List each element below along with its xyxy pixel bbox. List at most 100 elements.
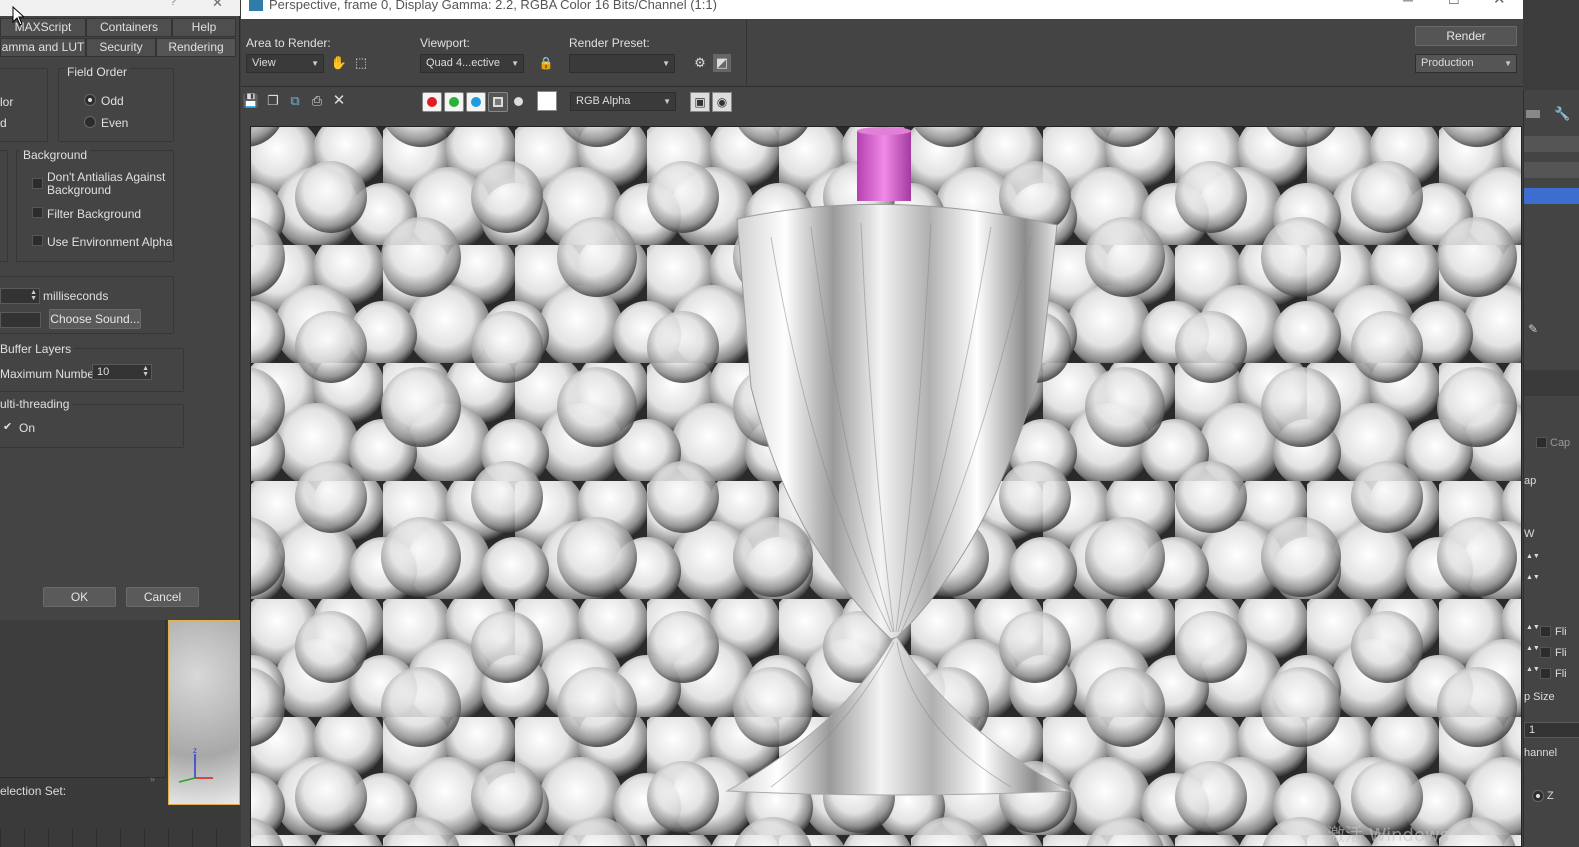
tab-containers[interactable]: Containers: [86, 18, 172, 37]
copy-image-icon[interactable]: ❐: [264, 92, 282, 110]
expand-chevron-icon[interactable]: »: [150, 774, 155, 784]
rendered-scene: 激活 Windows: [251, 127, 1521, 846]
sound-file-field[interactable]: [0, 312, 41, 328]
use-env-alpha-checkbox[interactable]: [32, 235, 43, 246]
max-number-spinner[interactable]: 10 ▲ ▼: [92, 364, 152, 380]
environment-icon[interactable]: ◩: [713, 54, 731, 72]
spinner-icon[interactable]: ▲▼: [1526, 666, 1540, 673]
multithreading-title: ulti-threading: [0, 397, 73, 411]
even-label: Even: [101, 116, 129, 130]
channel-spinner[interactable]: 1: [1524, 722, 1579, 738]
maximize-icon[interactable]: ☐: [1448, 0, 1460, 6]
help-icon[interactable]: ?: [170, 0, 176, 8]
map-size-label: p Size: [1524, 691, 1555, 703]
tab-gamma-and-lut[interactable]: amma and LUT: [0, 38, 86, 57]
filter-background-checkbox[interactable]: [32, 207, 43, 218]
hand-pan-icon[interactable]: ✋: [330, 54, 348, 72]
viewport-toolbar-area: [0, 620, 166, 777]
right-top-area: [1523, 0, 1579, 90]
panel-tab-icon[interactable]: [1526, 110, 1540, 118]
minimize-icon[interactable]: ─: [1403, 0, 1413, 7]
timeline-ruler[interactable]: [0, 829, 240, 847]
spinner-icon[interactable]: ▲▼: [1526, 553, 1540, 560]
render-button[interactable]: Render: [1415, 26, 1517, 46]
flip-v-label: Fli: [1555, 647, 1567, 659]
area-to-render-label: Area to Render:: [246, 36, 331, 50]
chevron-down-icon: ▼: [311, 59, 319, 68]
w-label: W: [1524, 528, 1535, 540]
viewport-dropdown[interactable]: Quad 4...ective ▼: [420, 54, 524, 73]
background-title: Background: [20, 148, 91, 162]
filter-background-label: Filter Background: [47, 207, 142, 221]
rollout-header[interactable]: [1524, 370, 1579, 396]
check-icon[interactable]: ✔: [3, 420, 12, 433]
edit-icon[interactable]: ✎: [1528, 322, 1538, 336]
perspective-viewport-thumbnail[interactable]: z: [168, 620, 240, 805]
channel-display-dropdown[interactable]: RGB Alpha ▼: [570, 92, 676, 111]
modifier-stack-row[interactable]: [1524, 162, 1579, 178]
render-frame-title: Perspective, frame 0, Display Gamma: 2.2…: [269, 0, 717, 12]
choose-sound-button[interactable]: Choose Sound...: [49, 309, 141, 329]
dont-antialias-checkbox[interactable]: [32, 178, 43, 189]
render-frame-title-bar: Perspective, frame 0, Display Gamma: 2.2…: [241, 0, 1523, 19]
milliseconds-spinner[interactable]: ▲ ▼: [0, 288, 40, 304]
background-color-swatch[interactable]: [537, 91, 557, 111]
z-label: Z: [1547, 790, 1554, 802]
red-channel-toggle[interactable]: [422, 92, 442, 112]
green-channel-dot: [449, 97, 459, 107]
wrench-icon[interactable]: 🔧: [1554, 106, 1570, 122]
rendered-image[interactable]: 激活 Windows: [250, 126, 1522, 847]
close-window-icon[interactable]: ✕: [1493, 0, 1506, 7]
channel-label: hannel: [1524, 747, 1558, 759]
render-preset-dropdown[interactable]: ▼: [569, 54, 675, 73]
lock-icon[interactable]: 🔒: [537, 54, 555, 72]
spinner-icon[interactable]: ▲▼: [1526, 645, 1540, 652]
ok-button[interactable]: OK: [43, 587, 116, 607]
command-panel: 🔧 ✎ Cap ap W ▲▼ ▲▼ ▲▼ Fli ▲▼ Fli ▲▼ Fli …: [1523, 90, 1579, 847]
tab-help[interactable]: Help: [172, 18, 236, 37]
milliseconds-label: milliseconds: [43, 289, 109, 303]
area-to-render-dropdown[interactable]: View ▼: [246, 54, 324, 73]
tab-security[interactable]: Security: [86, 38, 156, 57]
map-label: ap: [1524, 475, 1537, 487]
chevron-down-icon: ▼: [511, 59, 519, 68]
clear-icon[interactable]: ✕: [330, 92, 348, 110]
z-radio[interactable]: [1532, 790, 1544, 802]
odd-radio[interactable]: [84, 94, 96, 106]
cancel-button[interactable]: Cancel: [126, 587, 199, 607]
print-icon[interactable]: ⎙: [308, 92, 326, 110]
cap-label: Cap: [1550, 437, 1571, 449]
toggle-ui-overlay-icon[interactable]: ▣: [690, 92, 710, 112]
viewport-value: Quad 4...ective: [426, 57, 500, 69]
cap-checkbox[interactable]: [1536, 437, 1547, 448]
odd-label: Odd: [101, 94, 124, 108]
modifier-list-field[interactable]: [1524, 136, 1579, 152]
spinner-icon[interactable]: ▲▼: [1526, 574, 1540, 581]
monochrome-icon[interactable]: [514, 97, 523, 106]
toolbar-separator: [241, 86, 1523, 87]
save-image-icon[interactable]: 💾: [242, 92, 260, 110]
green-channel-toggle[interactable]: [444, 92, 464, 112]
render-setup-icon[interactable]: ⚙: [691, 54, 709, 72]
left-partial-box: [0, 150, 8, 262]
blue-channel-toggle[interactable]: [466, 92, 486, 112]
region-select-icon[interactable]: ⬚: [352, 54, 370, 72]
viewport-label: Viewport:: [420, 36, 470, 50]
spinner-icon[interactable]: ▲▼: [1526, 624, 1540, 631]
render-preset-label: Render Preset:: [569, 36, 650, 50]
tab-rendering[interactable]: Rendering: [156, 38, 236, 57]
alpha-channel-toggle[interactable]: [488, 92, 508, 112]
render-frame-window: Perspective, frame 0, Display Gamma: 2.2…: [241, 0, 1523, 847]
production-dropdown[interactable]: Production ▼: [1415, 54, 1517, 73]
toggle-ui-icon[interactable]: ◉: [712, 92, 732, 112]
flip-w-checkbox[interactable]: [1540, 668, 1551, 679]
even-radio[interactable]: [84, 116, 96, 128]
flip-v-checkbox[interactable]: [1540, 647, 1551, 658]
close-icon[interactable]: ✕: [212, 0, 223, 11]
flip-u-label: Fli: [1555, 626, 1567, 638]
partial-label-d: d: [0, 116, 7, 130]
selected-stack-row[interactable]: [1524, 188, 1579, 204]
chevron-down-icon: ▼: [662, 59, 670, 68]
clone-frame-icon[interactable]: ⧉: [286, 92, 304, 110]
flip-u-checkbox[interactable]: [1540, 626, 1551, 637]
